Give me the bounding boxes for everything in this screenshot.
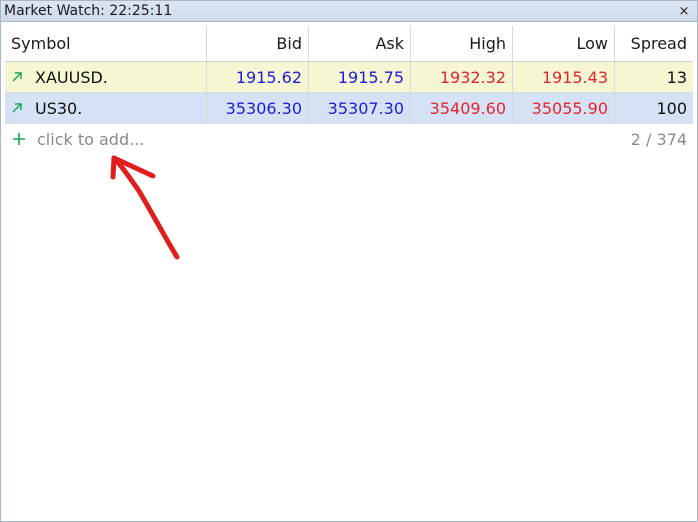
spread-cell: 100 [656, 98, 687, 118]
table-row[interactable]: US30. 35306.30 35307.30 35409.60 35055.9… [5, 93, 693, 124]
column-header-low[interactable]: Low [513, 26, 615, 61]
plus-icon [13, 133, 25, 145]
symbol-count: 2 / 374 [630, 129, 687, 149]
close-icon: × [678, 3, 690, 19]
table-header: Symbol Bid Ask High Low Spread [5, 26, 693, 62]
window-title-prefix: Market Watch: [4, 3, 105, 19]
market-watch-window: Market Watch: 22:25:11 × Symbol Bid Ask … [0, 0, 698, 522]
column-header-symbol[interactable]: Symbol [5, 26, 207, 61]
add-symbol-input[interactable]: click to add... [37, 130, 144, 149]
symbol-name: US30. [35, 98, 83, 118]
arrow-up-right-icon [12, 103, 22, 113]
symbol-cell: US30. [5, 93, 207, 123]
low-cell: 1915.43 [513, 62, 615, 92]
title-bar[interactable]: Market Watch: 22:25:11 × [1, 1, 697, 22]
symbol-name: XAUUSD. [35, 67, 108, 87]
high-cell: 35409.60 [411, 93, 513, 123]
bid-cell: 35306.30 [207, 93, 309, 123]
symbols-table: Symbol Bid Ask High Low Spread XAUUSD. 1… [5, 26, 693, 154]
spread-cell: 13 [666, 67, 687, 87]
symbol-cell: XAUUSD. [5, 62, 207, 92]
add-symbol-control[interactable]: click to add... [11, 130, 144, 149]
column-header-spread[interactable]: Spread [615, 26, 693, 61]
column-header-ask[interactable]: Ask [309, 26, 411, 61]
ask-cell: 35307.30 [309, 93, 411, 123]
window-time: 22:25:11 [109, 3, 173, 19]
table-row[interactable]: XAUUSD. 1915.62 1915.75 1932.32 1915.43 … [5, 62, 693, 93]
ask-cell: 1915.75 [309, 62, 411, 92]
low-cell: 35055.90 [513, 93, 615, 123]
add-symbol-row[interactable]: click to add... 2 / 374 [5, 124, 693, 154]
column-header-bid[interactable]: Bid [207, 26, 309, 61]
close-button[interactable]: × [677, 3, 691, 19]
column-header-high[interactable]: High [411, 26, 513, 61]
arrow-up-right-icon [12, 72, 22, 82]
bid-cell: 1915.62 [207, 62, 309, 92]
high-cell: 1932.32 [411, 62, 513, 92]
window-title: Market Watch: 22:25:11 [4, 3, 172, 19]
